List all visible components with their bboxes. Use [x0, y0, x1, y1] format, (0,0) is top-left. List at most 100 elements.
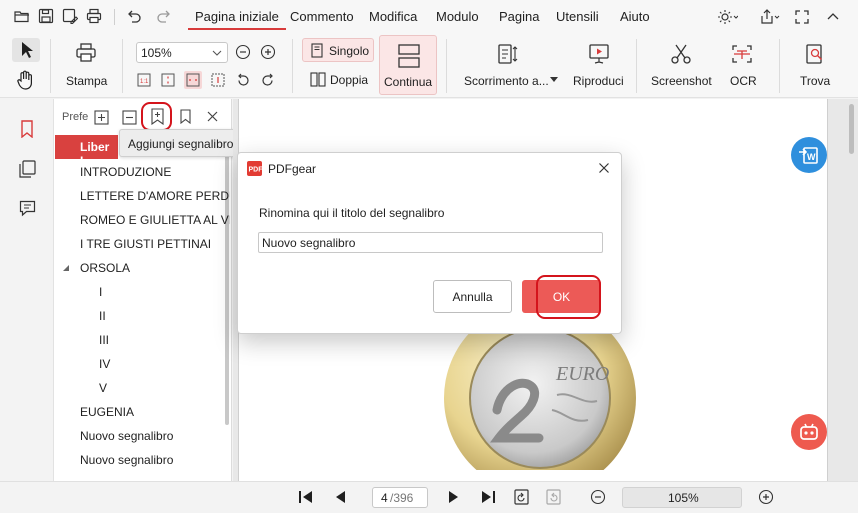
- find-icon[interactable]: [804, 43, 826, 65]
- open-folder-icon[interactable]: [14, 8, 30, 24]
- theme-sun-icon[interactable]: [718, 9, 738, 25]
- bookmark-subitem[interactable]: III: [99, 333, 109, 347]
- save-as-icon[interactable]: [62, 8, 78, 24]
- bookmark-item[interactable]: LETTERE D'AMORE PERDUTE: [80, 189, 230, 203]
- zoom-in-icon[interactable]: [260, 44, 276, 60]
- bookmark-subitem[interactable]: V: [99, 381, 107, 395]
- play-button[interactable]: Riproduci: [573, 74, 624, 88]
- screenshot-button[interactable]: Screenshot: [651, 74, 712, 88]
- zoom-level-value: 105%: [668, 491, 699, 505]
- bookmark-item[interactable]: ROMEO E GIULIETTA AL VILL: [80, 213, 230, 227]
- first-page-icon[interactable]: [298, 489, 314, 505]
- bookmark-subitem[interactable]: IV: [99, 357, 110, 371]
- bookmark-subitem[interactable]: II: [99, 309, 106, 323]
- panel-scrollbar[interactable]: [225, 135, 229, 425]
- zoom-in-icon[interactable]: [758, 489, 774, 505]
- bookmark-item[interactable]: EUGENIA: [80, 405, 134, 419]
- bookmark-item[interactable]: Nuovo segnalibro: [80, 429, 173, 443]
- print-quick-icon[interactable]: [86, 8, 102, 24]
- fullscreen-icon[interactable]: [794, 9, 810, 25]
- zoom-out-icon[interactable]: [590, 489, 606, 505]
- ribbon-divider: [446, 39, 447, 93]
- bookmark-title-value: Nuovo segnalibro: [262, 236, 356, 250]
- bookmark-item[interactable]: I TRE GIUSTI PETTINAI: [80, 237, 211, 251]
- ai-assistant-button[interactable]: [791, 414, 827, 450]
- close-panel-icon[interactable]: [206, 110, 219, 123]
- continuous-label: Continua: [384, 75, 433, 89]
- svg-text:PDF: PDF: [249, 167, 263, 174]
- tab-pagina[interactable]: Pagina: [499, 9, 539, 24]
- undo-icon[interactable]: [126, 8, 142, 24]
- page-number-field[interactable]: 4 /396: [372, 487, 428, 508]
- zoom-select[interactable]: 105%: [136, 42, 228, 63]
- expand-triangle-icon[interactable]: [62, 264, 70, 272]
- zoom-select-value: 105%: [141, 46, 172, 60]
- comments-icon[interactable]: [19, 200, 36, 217]
- scroll-mode-button[interactable]: Scorrimento a...: [464, 74, 549, 88]
- expand-all-icon[interactable]: [94, 110, 109, 125]
- ocr-button[interactable]: OCR: [730, 74, 757, 88]
- actual-size-icon[interactable]: 1:1: [137, 73, 151, 87]
- print-button[interactable]: Stampa: [66, 74, 107, 88]
- tab-modulo[interactable]: Modulo: [436, 9, 479, 24]
- next-view-icon[interactable]: [545, 488, 562, 506]
- tab-commento[interactable]: Commento: [290, 9, 354, 24]
- last-page-icon[interactable]: [480, 489, 496, 505]
- play-icon[interactable]: [588, 43, 610, 65]
- continuous-button[interactable]: Continua: [379, 35, 437, 95]
- ocr-icon[interactable]: [731, 43, 753, 65]
- convert-to-word-button[interactable]: W: [791, 137, 827, 173]
- caret-down-icon: [550, 77, 558, 83]
- bookmark-title-input[interactable]: Nuovo segnalibro: [258, 232, 603, 253]
- bookmark-panel-icon[interactable]: [19, 120, 35, 138]
- find-button[interactable]: Trova: [800, 74, 830, 88]
- collapse-ribbon-icon[interactable]: [826, 10, 840, 24]
- redo-icon[interactable]: [156, 8, 172, 24]
- bookmark-item-selected[interactable]: Liber L: [55, 135, 118, 168]
- fit-width-icon[interactable]: [184, 71, 202, 89]
- tab-aiuto[interactable]: Aiuto: [620, 9, 650, 24]
- bookmark-item[interactable]: ORSOLA: [80, 261, 130, 275]
- fit-page-icon[interactable]: [161, 73, 175, 87]
- previous-page-icon[interactable]: [334, 489, 346, 505]
- svg-text:1:1: 1:1: [140, 79, 149, 85]
- bookmark-icon[interactable]: [179, 109, 192, 124]
- next-page-icon[interactable]: [448, 489, 460, 505]
- tab-utensili[interactable]: Utensili: [556, 9, 599, 24]
- close-icon[interactable]: [598, 162, 610, 174]
- dialog-title: PDFgear: [268, 162, 317, 176]
- thumbnails-icon[interactable]: [19, 160, 36, 178]
- previous-view-icon[interactable]: [513, 488, 530, 506]
- zoom-out-icon[interactable]: [235, 44, 251, 60]
- single-page-icon: [311, 43, 323, 58]
- tab-pagina-iniziale[interactable]: Pagina iniziale: [188, 4, 286, 30]
- document-scrollbar[interactable]: [849, 104, 854, 154]
- fit-visible-icon[interactable]: [211, 73, 225, 87]
- tab-modifica[interactable]: Modifica: [369, 9, 417, 24]
- bookmark-subitem[interactable]: I: [99, 285, 102, 299]
- hand-tool-icon[interactable]: [15, 70, 37, 90]
- rotate-right-icon[interactable]: [260, 73, 275, 88]
- tooltip: Aggiungi segnalibro: [119, 129, 240, 157]
- collapse-all-icon[interactable]: [122, 110, 137, 125]
- rotate-left-icon[interactable]: [236, 73, 251, 88]
- total-pages: /396: [390, 491, 414, 505]
- rename-bookmark-dialog: PDF PDFgear Rinomina qui il titolo del s…: [237, 152, 622, 334]
- cancel-button[interactable]: Annulla: [433, 280, 512, 313]
- single-page-button[interactable]: Singolo: [302, 38, 374, 62]
- printer-icon[interactable]: [75, 42, 97, 64]
- menu-bar: Pagina iniziale Commento Modifica Modulo…: [0, 0, 858, 34]
- dialog-prompt: Rinomina qui il titolo del segnalibro: [259, 206, 445, 220]
- select-tool-button[interactable]: [12, 38, 40, 62]
- scroll-mode-icon[interactable]: [497, 43, 519, 65]
- bookmark-item[interactable]: Nuovo segnalibro: [80, 453, 173, 467]
- share-icon[interactable]: [760, 9, 780, 25]
- bookmark-label: Liber L: [80, 140, 110, 168]
- continuous-icon: [397, 44, 421, 68]
- bookmark-item[interactable]: INTRODUZIONE: [80, 165, 171, 179]
- tooltip-text: Aggiungi segnalibro: [128, 137, 234, 151]
- double-page-button[interactable]: Doppia: [302, 68, 374, 92]
- save-icon[interactable]: [38, 8, 54, 24]
- zoom-level-field[interactable]: 105%: [622, 487, 742, 508]
- scissors-icon[interactable]: [670, 43, 692, 65]
